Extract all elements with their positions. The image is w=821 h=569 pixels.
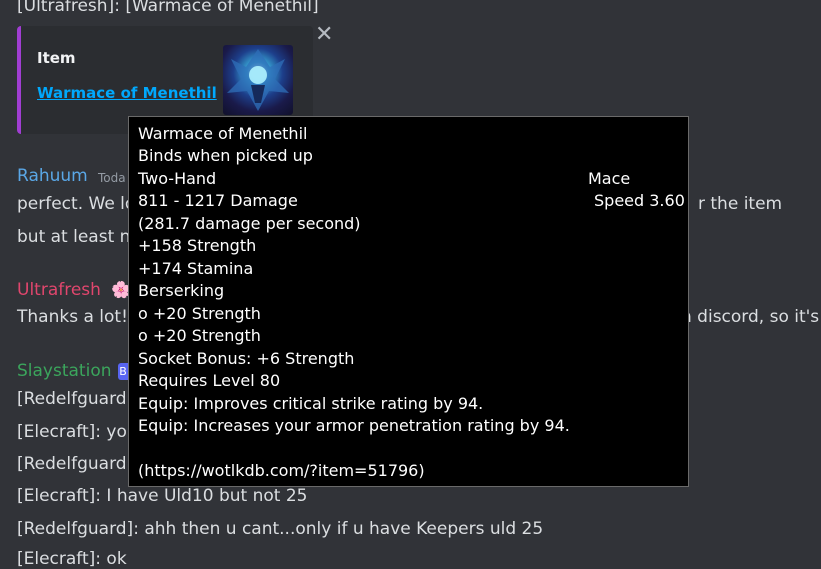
tooltip-item-name: Warmace of Menethil xyxy=(138,124,308,143)
mace-icon xyxy=(227,49,289,111)
item-thumbnail[interactable] xyxy=(223,45,293,115)
tooltip-stat: Berserking xyxy=(138,281,225,300)
embed-kind-label: Item xyxy=(37,49,76,67)
message-line: [Elecraft]: ok xyxy=(17,549,127,569)
tooltip-damage: 811 - 1217 Damage xyxy=(138,191,298,210)
tooltip-gem: o +20 Strength xyxy=(138,326,261,345)
tooltip-equip: Equip: Improves critical strike rating b… xyxy=(138,394,484,413)
tooltip-url[interactable]: (https://wotlkdb.com/?item=51796) xyxy=(138,461,425,480)
tooltip-equip: Equip: Increases your armor penetration … xyxy=(138,416,570,435)
close-icon[interactable]: ✕ xyxy=(315,24,333,46)
tooltip-socket-bonus: Socket Bonus: +6 Strength xyxy=(138,349,355,368)
message-line: [Redelfguard xyxy=(17,389,127,409)
embed-accent-bar xyxy=(17,26,21,134)
message-line: r the item xyxy=(698,194,783,214)
tooltip-gem: o +20 Strength xyxy=(138,304,261,323)
message-line: [Redelfguard xyxy=(17,454,127,474)
item-tooltip: Warmace of Menethil Binds when picked up… xyxy=(128,116,689,487)
author-name[interactable]: Slaystation xyxy=(17,361,112,381)
tooltip-stat: +174 Stamina xyxy=(138,259,254,278)
tooltip-bind: Binds when picked up xyxy=(138,146,313,165)
message-line: [Ultrafresh]: [Warmace of Menethil] xyxy=(17,0,319,16)
message-line: perfect. We lo xyxy=(17,194,136,214)
tooltip-speed: Speed 3.60 xyxy=(594,191,685,210)
embed-item-link[interactable]: Warmace of Menethil xyxy=(37,84,217,102)
author-name[interactable]: Ultrafresh xyxy=(17,280,101,300)
message-line: but at least n xyxy=(17,227,131,247)
bot-badge: B xyxy=(118,363,128,380)
message-line: n discord, so it's xyxy=(681,307,820,327)
author-name[interactable]: Rahuum xyxy=(17,166,88,186)
tooltip-stat: +158 Strength xyxy=(138,236,257,255)
tooltip-required-level: Requires Level 80 xyxy=(138,371,281,390)
message-timestamp: Toda xyxy=(98,171,126,185)
message-line: [Redelfguard]: ahh then u cant...only if… xyxy=(17,519,544,539)
tooltip-dps: (281.7 damage per second) xyxy=(138,214,361,233)
message-line: Thanks a lot! xyxy=(17,307,128,327)
message-line: [Elecraft]: I have Uld10 but not 25 xyxy=(17,486,308,506)
message-line: [Elecraft]: yo xyxy=(17,422,127,442)
tooltip-slot: Two-Hand xyxy=(138,169,217,188)
tooltip-type: Mace xyxy=(588,169,631,188)
